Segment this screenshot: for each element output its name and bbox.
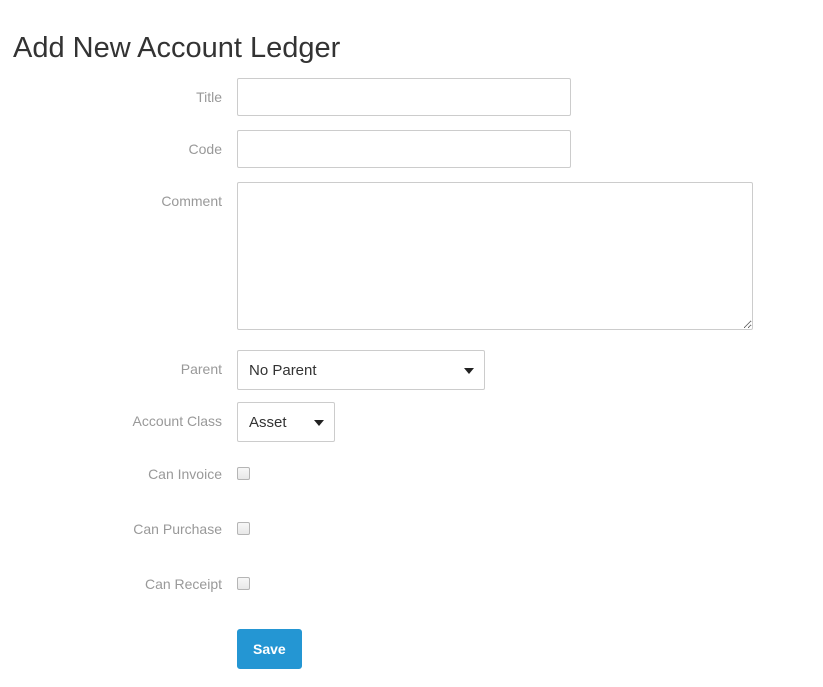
title-input[interactable]: [237, 78, 571, 116]
can-receipt-field-wrap: [237, 574, 823, 590]
can-invoice-field-wrap: [237, 464, 823, 480]
parent-select[interactable]: No Parent: [237, 350, 485, 390]
parent-label: Parent: [180, 361, 222, 377]
form-row-can-purchase: Can Purchase: [0, 519, 823, 537]
form-row-can-receipt: Can Receipt: [0, 574, 823, 592]
can-purchase-checkbox[interactable]: [237, 522, 250, 535]
code-label: Code: [188, 141, 222, 157]
account-ledger-form: Title Code Comment Parent No Parent Acco…: [0, 78, 823, 683]
save-button[interactable]: Save: [237, 629, 302, 669]
account-class-label: Account Class: [132, 413, 222, 429]
can-invoice-label: Can Invoice: [148, 466, 222, 482]
can-purchase-label: Can Purchase: [133, 521, 222, 537]
form-row-save: Save: [0, 629, 823, 669]
account-class-select-wrap: Asset: [237, 402, 335, 442]
account-class-select[interactable]: Asset: [237, 402, 335, 442]
form-row-can-invoice: Can Invoice: [0, 464, 823, 482]
page-title: Add New Account Ledger: [13, 32, 341, 65]
title-label: Title: [196, 89, 222, 105]
add-account-ledger-page: Add New Account Ledger Title Code Commen…: [0, 0, 823, 687]
form-row-comment: Comment: [0, 182, 823, 330]
code-field-wrap: [237, 130, 823, 168]
form-row-account-class: Account Class Asset: [0, 402, 823, 442]
comment-textarea[interactable]: [237, 182, 753, 330]
form-row-title: Title: [0, 78, 823, 116]
parent-field-wrap: No Parent: [237, 350, 823, 390]
comment-label: Comment: [161, 193, 222, 209]
can-purchase-field-wrap: [237, 519, 823, 535]
can-receipt-checkbox[interactable]: [237, 577, 250, 590]
form-row-parent: Parent No Parent: [0, 350, 823, 390]
save-button-wrap: Save: [237, 629, 823, 669]
can-receipt-label: Can Receipt: [144, 576, 222, 592]
code-input[interactable]: [237, 130, 571, 168]
title-field-wrap: [237, 78, 823, 116]
parent-select-wrap: No Parent: [237, 350, 485, 390]
form-row-code: Code: [0, 130, 823, 168]
can-invoice-checkbox[interactable]: [237, 467, 250, 480]
account-class-field-wrap: Asset: [237, 402, 823, 442]
comment-field-wrap: [237, 182, 823, 330]
